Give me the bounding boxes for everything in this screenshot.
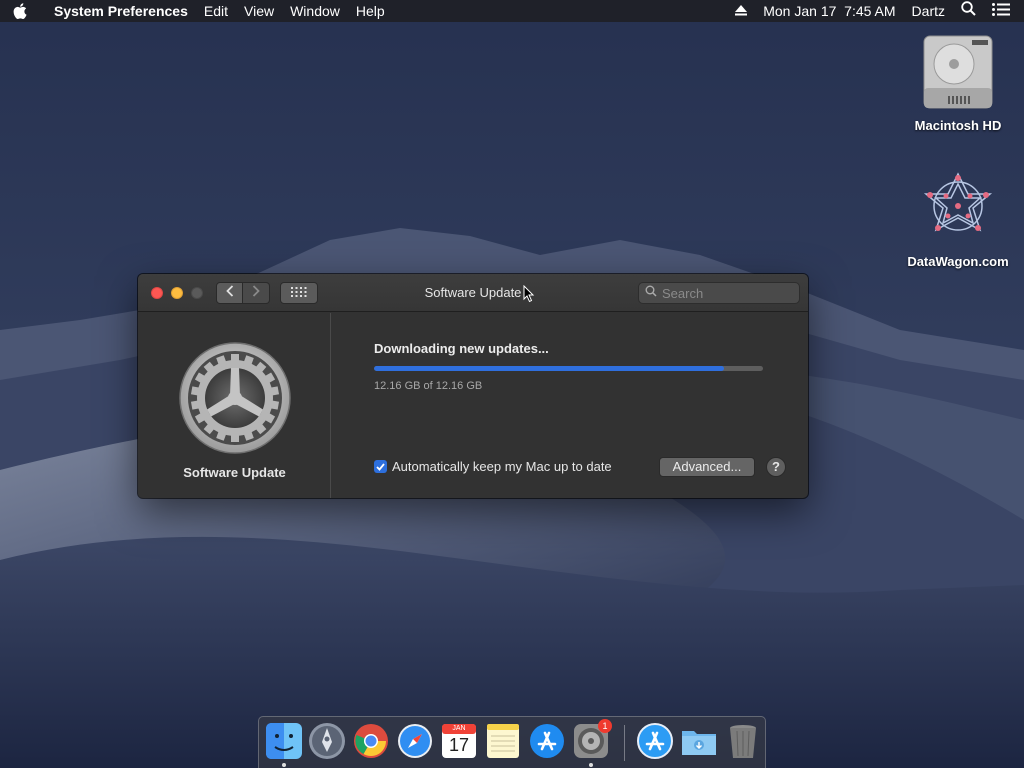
menu-app-name[interactable]: System Preferences	[40, 0, 196, 22]
desktop-icon-macintosh-hd[interactable]: Macintosh HD	[903, 32, 1013, 133]
running-indicator	[282, 763, 286, 767]
search-input[interactable]	[662, 285, 792, 301]
help-button[interactable]: ?	[766, 457, 786, 477]
desktop-icon-label: Macintosh HD	[914, 118, 1002, 133]
dock-launchpad-icon[interactable]	[308, 722, 346, 760]
checkmark-icon	[376, 459, 385, 474]
auto-update-checkbox[interactable]	[374, 460, 387, 473]
mouse-cursor-icon	[523, 284, 535, 308]
datawagon-logo-icon	[918, 168, 998, 248]
download-status: Downloading new updates...	[374, 341, 549, 356]
minimize-button[interactable]	[171, 287, 183, 299]
download-progress-bar	[374, 366, 763, 371]
sidebar-title: Software Update	[183, 465, 286, 480]
show-all-button[interactable]	[280, 282, 318, 304]
forward-button[interactable]	[243, 282, 270, 304]
calendar-day: 17	[448, 735, 470, 755]
advanced-button[interactable]: Advanced...	[659, 457, 755, 477]
desktop-icon-label: DataWagon.com	[907, 254, 1009, 269]
dock: JAN 17 1	[258, 716, 766, 768]
hard-drive-icon	[918, 32, 998, 112]
download-size: 12.16 GB of 12.16 GB	[374, 380, 483, 392]
menu-bar: System Preferences Edit View Window Help…	[0, 0, 1024, 22]
eject-icon[interactable]	[727, 0, 755, 22]
dock-finder-icon[interactable]	[265, 722, 303, 760]
navigation-buttons	[216, 282, 270, 304]
title-bar[interactable]: Software Update	[138, 274, 808, 312]
chevron-left-icon	[225, 284, 234, 302]
software-update-gear-icon	[178, 341, 292, 455]
dock-trash-icon[interactable]	[724, 722, 762, 760]
dock-calendar-icon[interactable]: JAN 17	[440, 722, 478, 760]
dock-chrome-icon[interactable]	[352, 722, 390, 760]
desktop-icon-datawagon[interactable]: DataWagon.com	[903, 168, 1013, 269]
menu-help[interactable]: Help	[348, 0, 393, 22]
dock-downloads-folder-icon[interactable]	[680, 722, 718, 760]
dock-safari-icon[interactable]	[396, 722, 434, 760]
running-indicator	[589, 763, 593, 767]
grid-icon	[291, 284, 307, 302]
search-icon	[645, 284, 657, 302]
calendar-month: JAN	[452, 725, 466, 732]
software-update-window: Software Update Search Software Update D…	[138, 274, 808, 498]
search-field[interactable]	[638, 282, 800, 304]
menu-view[interactable]: View	[236, 0, 282, 22]
menu-clock[interactable]: Mon Jan 17 7:45 AM	[755, 0, 903, 22]
menu-user[interactable]: Dartz	[904, 0, 953, 22]
chevron-right-icon	[252, 284, 260, 302]
dock-system-preferences-icon[interactable]: 1	[572, 719, 612, 760]
preference-pane-sidebar: Software Update	[138, 313, 331, 498]
apple-icon[interactable]	[0, 0, 40, 22]
auto-update-option[interactable]: Automatically keep my Mac up to date	[374, 459, 612, 474]
dock-notes-icon[interactable]	[484, 722, 522, 760]
back-button[interactable]	[216, 282, 243, 304]
menu-edit[interactable]: Edit	[196, 0, 236, 22]
spotlight-search-icon[interactable]	[953, 0, 984, 22]
dock-separator	[624, 725, 625, 761]
notification-badge: 1	[598, 719, 612, 733]
notification-center-icon[interactable]	[984, 0, 1024, 22]
update-content: Downloading new updates... 12.16 GB of 1…	[332, 313, 808, 498]
menu-window[interactable]: Window	[282, 0, 348, 22]
dock-app-store-icon[interactable]	[528, 722, 566, 760]
close-button[interactable]	[151, 287, 163, 299]
progress-fill	[374, 366, 725, 371]
zoom-button[interactable]	[191, 287, 203, 299]
auto-update-label[interactable]: Automatically keep my Mac up to date	[392, 459, 612, 474]
dock-app-store-download-icon[interactable]	[636, 722, 674, 760]
